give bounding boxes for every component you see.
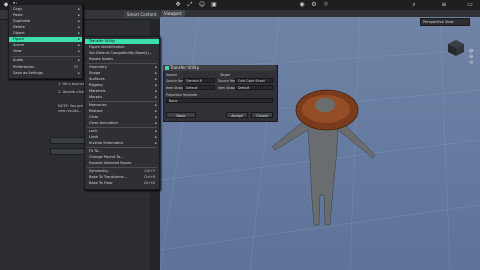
menu-item-clear-animation[interactable]: Clear Animation ▸: [85, 121, 159, 126]
menu-item-preferences[interactable]: Preferences F2: [9, 65, 82, 70]
viewport-3d[interactable]: [160, 10, 480, 270]
scene-canvas[interactable]: [160, 10, 480, 270]
source-shape-select[interactable]: Default: [183, 85, 215, 90]
menu-item-save-settings[interactable]: Save as Settings ▸: [9, 71, 82, 76]
menu-item-duplicate[interactable]: Duplicate ▸: [9, 19, 82, 24]
content-line: 2. Double click: [58, 90, 84, 94]
menu-item-default-compat[interactable]: Set Default Compatibility Base(s)...: [85, 51, 159, 56]
settings-icon[interactable]: ⚙: [310, 1, 318, 9]
menu-item-restore[interactable]: Restore ▸: [85, 109, 159, 114]
projection-label: Projection Template: [166, 93, 198, 97]
menu-separator: [87, 147, 157, 148]
target-shape-select[interactable]: Default: [235, 85, 273, 90]
render-icon[interactable]: ◉: [298, 1, 306, 9]
view-cube: [448, 40, 464, 56]
menu-item-audio[interactable]: Audio ▸: [9, 58, 82, 63]
menu-separator: [87, 63, 157, 64]
cancel-button[interactable]: Cancel: [251, 112, 273, 118]
figure-submenu: Transfer Utility Figure Identification S…: [84, 36, 160, 190]
menu-item-delete[interactable]: Delete ▸: [9, 25, 82, 30]
camera-dropdown[interactable]: Perspective View: [420, 18, 470, 26]
menu-item-bake-floor[interactable]: Bake To Floor Ctrl+D: [85, 181, 159, 186]
camera-icon[interactable]: ▣: [210, 1, 218, 9]
light-icon[interactable]: ☼: [322, 1, 330, 9]
menu-item-morphs[interactable]: Morphs ▸: [85, 95, 159, 100]
menu-item-limit[interactable]: Limit ▸: [85, 135, 159, 140]
pose-icon[interactable]: ☺: [198, 1, 206, 9]
content-line: new results...: [58, 109, 82, 113]
menu-separator: [87, 127, 157, 128]
viewport-header: [160, 10, 480, 17]
menu-item-lock[interactable]: Lock ▸: [85, 129, 159, 134]
target-item-select[interactable]: Cold Cape Shawl: [235, 78, 273, 83]
list-icon[interactable]: ≡: [440, 1, 448, 9]
tab-viewport[interactable]: Viewport: [161, 10, 185, 17]
menu-item-copy[interactable]: Copy ▸: [9, 7, 82, 12]
tab-smart-content[interactable]: Smart Content: [124, 11, 160, 18]
app-icon: [165, 66, 169, 70]
content-line: 1. Hit a bounce: [58, 82, 85, 86]
dialog-title: Transfer Utility: [163, 65, 276, 71]
accept-button[interactable]: Accept: [226, 112, 248, 118]
content-line: NOTE: You are: [58, 104, 83, 108]
source-label: Source: [166, 73, 177, 77]
menu-separator: [87, 167, 157, 168]
menu-item-rotate-nodes[interactable]: Rotate Nodes: [85, 57, 159, 62]
menu-item-object[interactable]: Object ▸: [9, 31, 82, 36]
menu-item-surfaces[interactable]: Surfaces ▸: [85, 77, 159, 82]
menu-item-figure[interactable]: Figure ▸: [9, 37, 82, 42]
menu-item-symmetry[interactable]: Symmetry... Ctrl+Y: [85, 169, 159, 174]
menu-item-transfer-utility[interactable]: Transfer Utility: [85, 39, 159, 44]
projection-select[interactable]: None: [166, 98, 273, 103]
menu-item-bake-transforms[interactable]: Bake To Transforms... Ctrl+B: [85, 175, 159, 180]
menu-item-change-parent[interactable]: Change Parent To...: [85, 155, 159, 160]
cape-shawl-model: [295, 89, 359, 131]
window-icon[interactable]: ▭: [466, 1, 474, 9]
target-shape-label: Item Shape: [218, 86, 237, 90]
viewport-nav-icons[interactable]: ◍ ⊕ ⟲: [469, 48, 476, 68]
edit-menu: Copy ▸ Paste ▸ Duplicate ▸ Delete ▸ Object ▸ …: [8, 4, 83, 79]
scale-icon[interactable]: ⤢: [186, 1, 194, 9]
menu-item-clear[interactable]: Clear ▸: [85, 115, 159, 120]
menu-item-geometry[interactable]: Geometry ▸: [85, 65, 159, 70]
menu-separator: [11, 56, 80, 57]
menu-item-shape[interactable]: Shape ▸: [85, 71, 159, 76]
menu-item-figure-identification[interactable]: Figure Identification: [85, 45, 159, 50]
menu-item-inverse-kinematics[interactable]: Inverse Kinematics ▸: [85, 141, 159, 146]
move-icon[interactable]: ✥: [174, 1, 182, 9]
source-shape-label: Item Shape: [166, 86, 185, 90]
basic-button[interactable]: Basic: [166, 112, 196, 118]
menu-item-view[interactable]: View ▸: [9, 49, 82, 54]
source-item-select[interactable]: Genesis 8: [183, 78, 215, 83]
menu-item-expand-bones[interactable]: Expand Selected Bones: [85, 161, 159, 166]
menu-separator: [87, 101, 157, 102]
search-icon[interactable]: ⌕: [410, 1, 418, 9]
menu-item-rigging[interactable]: Rigging ▸: [85, 83, 159, 88]
menu-item-memorize[interactable]: Memorize ▸: [85, 103, 159, 108]
target-label: Target: [220, 73, 230, 77]
menu-item-materials[interactable]: Materials ▸: [85, 89, 159, 94]
menu-item-fit-to[interactable]: Fit To...: [85, 149, 159, 154]
menu-item-paste[interactable]: Paste ▸: [9, 13, 82, 18]
menu-item-scene[interactable]: Scene ▸: [9, 43, 82, 48]
